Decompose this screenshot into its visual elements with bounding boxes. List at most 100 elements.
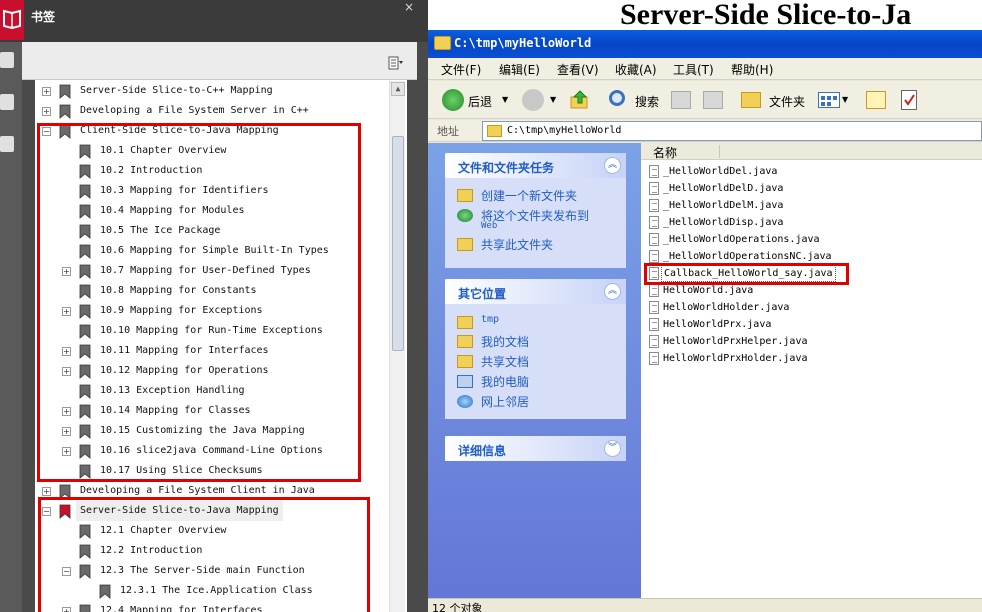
menu-bar: 文件(F) 编辑(E) 查看(V) 收藏(A) 工具(T) 帮助(H) [428,58,982,80]
file-name: HelloWorldPrxHolder.java [663,353,808,364]
forward-dropdown-icon[interactable]: ▼ [550,95,556,104]
new-folder-icon [457,189,473,202]
highlight-box-client-java [37,123,361,482]
folder-icon [434,36,451,50]
menu-view[interactable]: 查看(V) [557,61,599,78]
java-file-icon [649,335,659,348]
search-button[interactable]: 搜索 [635,93,659,110]
file-name: HelloWorldHolder.java [663,302,790,313]
task-pane: 文件和文件夹任务 ︽ 创建一个新文件夹 将这个文件夹发布到 Web 共享此文件夹… [428,143,641,612]
panel-title: 其它位置 [458,287,507,301]
pane-divider[interactable] [417,42,428,612]
folders-button[interactable]: 文件夹 [769,93,805,110]
expand-icon[interactable]: + [42,107,51,116]
status-text: 12 个对象 [432,602,483,612]
file-name: _HelloWorldDelD.java [663,183,784,194]
options-menu-icon[interactable] [388,55,404,71]
side-tool-strip [0,42,22,612]
file-name: _HelloWorldDelM.java [663,200,784,211]
bookmarks-scrollbar[interactable]: ▲ [389,81,405,612]
scrollbar-thumb[interactable] [392,136,404,351]
status-bar: 12 个对象 [428,598,982,612]
standard-toolbar: 后退 ▼ ▼ 搜索 文件夹 ▼ [428,81,982,119]
collapse-chevron-icon[interactable]: ︽ [604,157,621,174]
panel-header[interactable]: 详细信息 [445,436,626,461]
network-icon [457,395,473,408]
menu-file[interactable]: 文件(F) [441,61,481,78]
views-dropdown-icon[interactable]: ▼ [842,95,848,104]
java-file-icon [649,352,659,365]
highlight-box-callback-file [644,263,849,285]
bookmarks-title: 书签 [31,10,56,24]
views-icon[interactable] [818,92,840,108]
expand-icon[interactable]: + [42,87,51,96]
bookmark-panel-icon[interactable] [0,0,24,40]
panel-title: 文件和文件夹任务 [458,161,555,175]
file-list: 名称 _HelloWorldDel.java _HelloWorldDelD.ja… [641,143,982,598]
address-value: C:\tmp\myHelloWorld [507,125,622,136]
java-file-icon [649,199,659,212]
document-heading: Server-Side Slice-to-Ja [620,0,912,30]
address-bar: 地址 C:\tmp\myHelloWorld [428,120,982,142]
pages-tab-icon[interactable] [0,94,14,110]
highlight-box-server-java [38,497,370,612]
star-tab-icon[interactable] [0,136,14,152]
bookmark-label: Server-Side Slice-to-C++ Mapping [80,85,273,96]
explorer-titlebar[interactable]: C:\tmp\myHelloWorld [428,30,982,58]
java-file-icon [649,301,659,314]
forward-arrow-icon[interactable] [522,89,544,111]
close-icon[interactable]: × [404,0,414,14]
favorites-tool-icon[interactable] [866,91,886,109]
expand-icon[interactable]: + [42,487,51,496]
java-file-icon [649,284,659,297]
explorer-window: C:\tmp\myHelloWorld 文件(F) 编辑(E) 查看(V) 收藏… [428,30,982,612]
java-file-icon [649,216,659,229]
java-file-icon [649,318,659,331]
search-icon[interactable] [609,90,625,106]
panel-header[interactable]: 其它位置 [445,279,626,304]
bookmarks-header: 书签 × [0,0,428,42]
expand-chevron-icon[interactable]: ︾ [604,440,621,457]
bookmark-ribbon-icon [59,104,71,119]
column-separator[interactable] [719,145,720,158]
back-dropdown-icon[interactable]: ▼ [502,95,508,104]
properties-icon[interactable] [901,90,917,110]
panel-header[interactable]: 文件和文件夹任务 [445,153,626,178]
other-places-panel: 其它位置 ︽ tmp 我的文档 共享文档 我的电脑 网上邻居 [445,279,626,419]
share-folder-icon [457,238,473,251]
my-computer-icon [457,375,473,388]
column-header[interactable]: 名称 [641,143,982,160]
up-folder-icon[interactable] [570,90,590,110]
folder-icon [487,125,502,137]
java-file-icon [649,182,659,195]
address-input[interactable]: C:\tmp\myHelloWorld [482,121,982,141]
column-name[interactable]: 名称 [653,144,677,161]
back-button[interactable]: 后退 [468,93,492,110]
scroll-up-icon[interactable]: ▲ [391,82,405,96]
menu-help[interactable]: 帮助(H) [731,61,773,78]
bookmark-label: Developing a File System Server in C++ [80,105,309,116]
file-name: _HelloWorldOperations.java [663,234,820,245]
move-to-icon[interactable] [671,91,691,109]
collapse-chevron-icon[interactable]: ︽ [604,283,621,300]
menu-tools[interactable]: 工具(T) [673,61,714,78]
panel-title: 详细信息 [458,444,507,458]
file-name: HelloWorldPrx.java [663,319,772,330]
file-folder-tasks-panel: 文件和文件夹任务 ︽ 创建一个新文件夹 将这个文件夹发布到 Web 共享此文件夹 [445,153,626,268]
folders-icon[interactable] [741,92,761,108]
address-label: 地址 [437,125,459,138]
java-file-icon [649,233,659,246]
details-panel: 详细信息 ︾ [445,436,626,461]
java-file-icon [649,250,659,263]
copy-to-icon[interactable] [703,91,723,109]
menu-edit[interactable]: 编辑(E) [499,61,540,78]
window-title: C:\tmp\myHelloWorld [454,36,592,50]
back-arrow-icon[interactable] [442,89,464,111]
globe-icon [457,209,473,222]
shared-documents-icon [457,355,473,368]
menu-favorites[interactable]: 收藏(A) [615,61,657,78]
bookmark-tab-icon[interactable] [0,52,14,68]
file-name: HelloWorldPrxHelper.java [663,336,808,347]
file-name: _HelloWorldDel.java [663,166,778,177]
bookmark-ribbon-icon [59,84,71,99]
